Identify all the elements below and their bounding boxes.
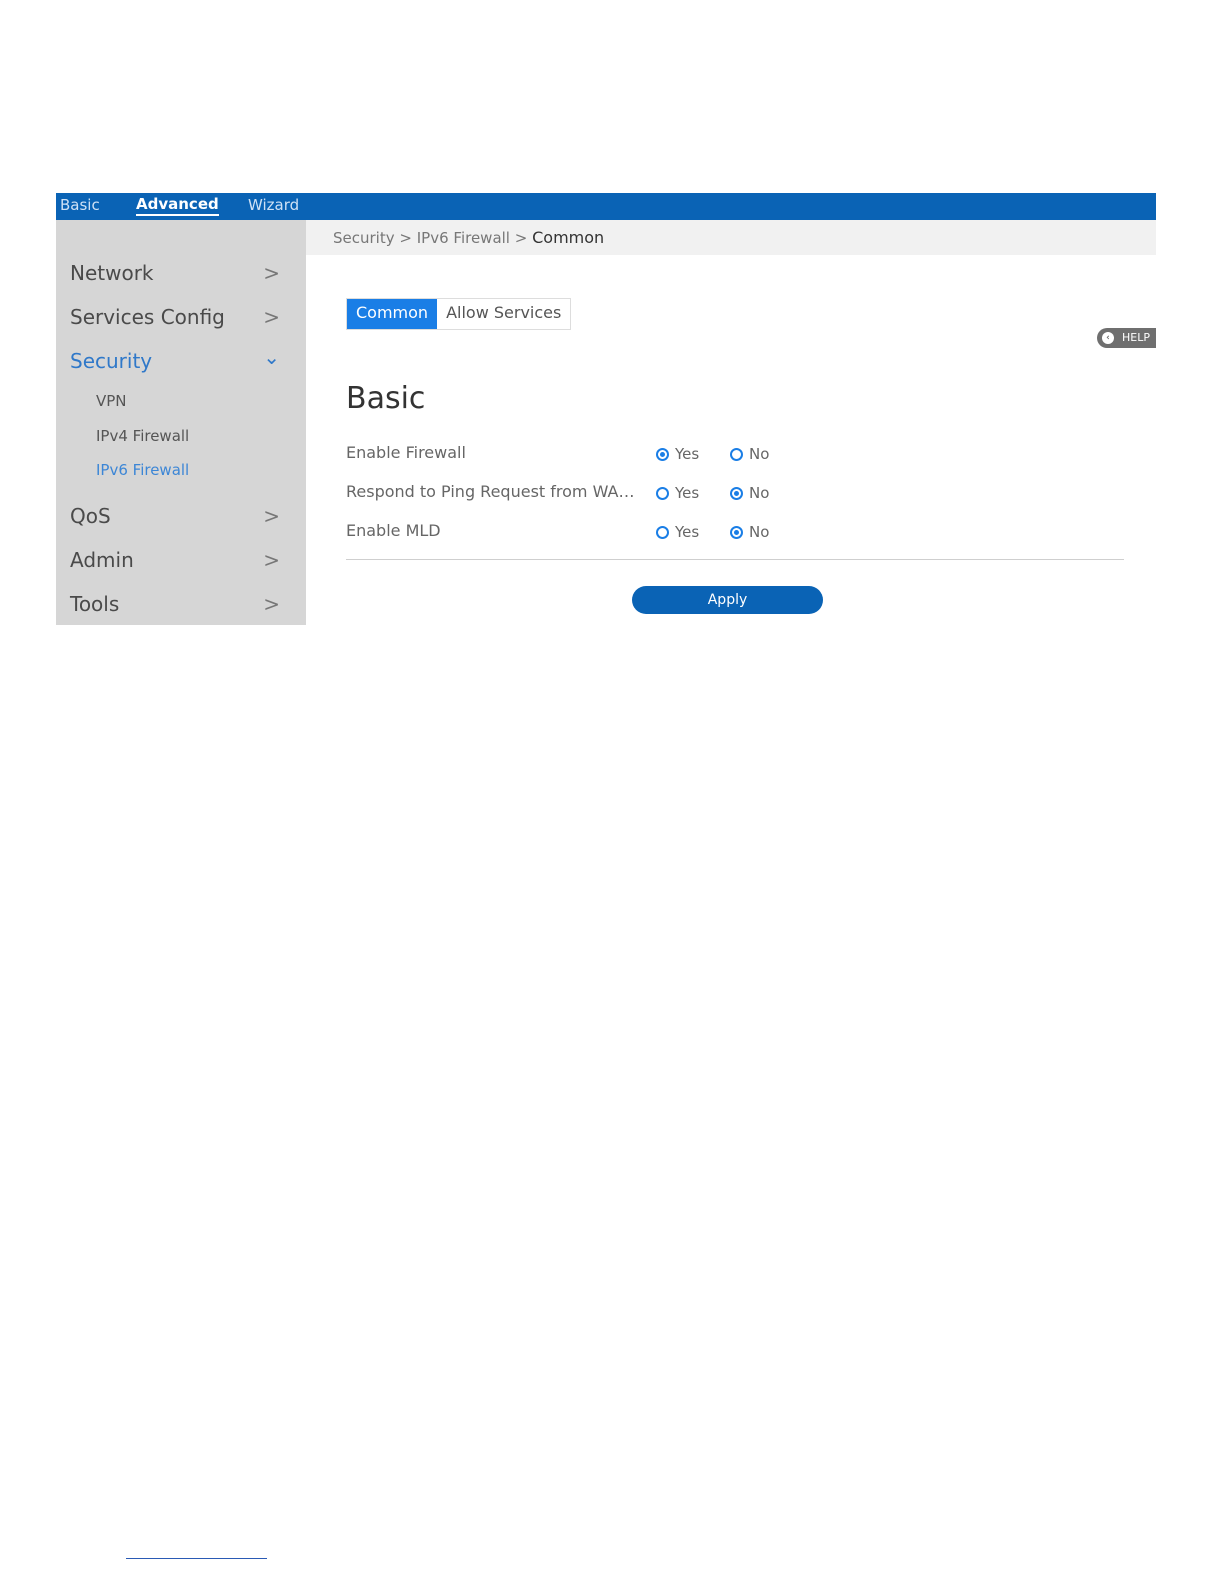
section-title: Basic bbox=[346, 381, 426, 416]
sidebar-item-label: Network bbox=[70, 261, 154, 285]
enable-firewall-no-radio[interactable]: No bbox=[730, 444, 769, 464]
radio-label: Yes bbox=[675, 445, 700, 463]
breadcrumb-current: Common bbox=[532, 228, 605, 247]
enable-firewall-yes-radio[interactable]: Yes bbox=[656, 444, 699, 464]
radio-label: No bbox=[749, 445, 770, 463]
enable-firewall-label: Enable Firewall bbox=[346, 443, 466, 462]
radio-unchecked-icon bbox=[656, 487, 669, 500]
breadcrumb-ipv6-firewall[interactable]: IPv6 Firewall bbox=[417, 229, 510, 247]
enable-mld-no-radio[interactable]: No bbox=[730, 522, 769, 542]
sidebar-item-label: QoS bbox=[70, 504, 111, 528]
sidebar-item-security[interactable]: Security ⌄ bbox=[70, 345, 280, 375]
chevron-left-icon: ‹ bbox=[1102, 332, 1114, 344]
sidebar-item-services-config[interactable]: Services Config > bbox=[70, 303, 280, 331]
radio-checked-icon bbox=[730, 487, 743, 500]
chevron-right-icon: > bbox=[263, 261, 280, 285]
sidebar-subitem-vpn[interactable]: VPN bbox=[96, 390, 127, 412]
tab-common[interactable]: Common bbox=[347, 299, 438, 329]
divider bbox=[346, 559, 1124, 560]
tab-bar: Common Allow Services bbox=[346, 298, 572, 330]
breadcrumb-separator: > bbox=[399, 229, 412, 247]
tab-allow-services[interactable]: Allow Services bbox=[437, 299, 571, 329]
topnav-wizard[interactable]: Wizard bbox=[248, 195, 299, 215]
sidebar-item-label: Security bbox=[70, 349, 153, 373]
top-nav-bar: Basic Advanced Wizard bbox=[56, 193, 1156, 220]
sidebar: Network > Services Config > Security ⌄ V… bbox=[56, 220, 306, 625]
sidebar-item-qos[interactable]: QoS > bbox=[70, 502, 280, 530]
radio-checked-icon bbox=[730, 526, 743, 539]
chevron-right-icon: > bbox=[263, 548, 280, 572]
radio-label: Yes bbox=[675, 484, 700, 502]
respond-ping-no-radio[interactable]: No bbox=[730, 483, 769, 503]
sidebar-item-label: Services Config bbox=[70, 305, 225, 329]
breadcrumb-separator: > bbox=[514, 229, 528, 247]
radio-checked-icon bbox=[656, 448, 669, 461]
respond-ping-label: Respond to Ping Request from WA… bbox=[346, 482, 635, 501]
help-label: HELP bbox=[1122, 331, 1150, 344]
topnav-advanced[interactable]: Advanced bbox=[136, 195, 219, 216]
sidebar-subitem-ipv6-firewall[interactable]: IPv6 Firewall bbox=[96, 459, 189, 481]
sidebar-item-tools[interactable]: Tools > bbox=[70, 590, 280, 618]
sidebar-subitem-ipv4-firewall[interactable]: IPv4 Firewall bbox=[96, 425, 189, 447]
respond-ping-yes-radio[interactable]: Yes bbox=[656, 483, 699, 503]
router-admin-app: Basic Advanced Wizard Network > Services… bbox=[56, 193, 1156, 625]
topnav-basic[interactable]: Basic bbox=[60, 195, 100, 215]
breadcrumb: Security > IPv6 Firewall > Common bbox=[333, 228, 604, 247]
sidebar-item-admin[interactable]: Admin > bbox=[70, 546, 280, 574]
help-button[interactable]: ‹ HELP bbox=[1097, 328, 1156, 348]
chevron-right-icon: > bbox=[263, 305, 280, 329]
chevron-right-icon: > bbox=[263, 592, 280, 616]
chevron-right-icon: > bbox=[263, 504, 280, 528]
sidebar-item-network[interactable]: Network > bbox=[70, 259, 280, 287]
radio-label: Yes bbox=[675, 523, 700, 541]
enable-mld-yes-radio[interactable]: Yes bbox=[656, 522, 699, 542]
radio-label: No bbox=[749, 484, 770, 502]
breadcrumb-bar: Security > IPv6 Firewall > Common bbox=[306, 220, 1156, 255]
breadcrumb-security[interactable]: Security bbox=[333, 229, 395, 247]
apply-button[interactable]: Apply bbox=[632, 586, 823, 614]
radio-unchecked-icon bbox=[730, 448, 743, 461]
sidebar-item-label: Admin bbox=[70, 548, 134, 572]
sidebar-item-label: Tools bbox=[70, 592, 120, 616]
enable-mld-label: Enable MLD bbox=[346, 521, 441, 540]
radio-label: No bbox=[749, 523, 770, 541]
chevron-down-icon: ⌄ bbox=[263, 345, 280, 369]
radio-unchecked-icon bbox=[656, 526, 669, 539]
footnote-rule bbox=[126, 1558, 267, 1559]
